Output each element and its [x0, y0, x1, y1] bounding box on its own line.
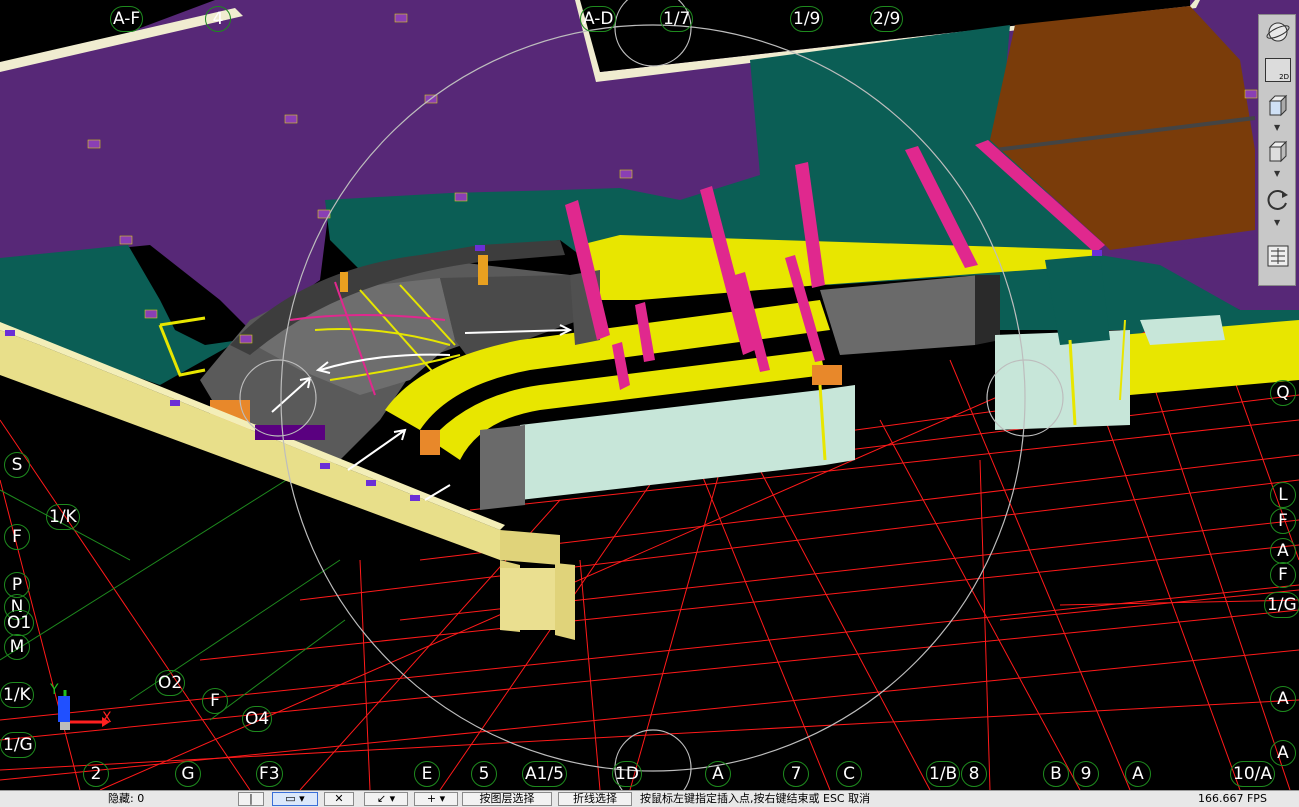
chevron-down-icon[interactable]: ▼ — [1274, 218, 1280, 227]
pan-tool-button[interactable]: | — [238, 792, 264, 806]
axis-label: F3 — [256, 761, 283, 787]
list-icon — [1267, 245, 1289, 267]
orbit-icon — [1266, 22, 1290, 42]
axis-label: O2 — [155, 670, 186, 696]
add-select-button[interactable]: + ▾ — [414, 792, 458, 806]
axis-label: M — [4, 634, 30, 660]
axis-label: B — [1043, 761, 1069, 787]
axis-label: 2/9 — [870, 6, 904, 32]
axis-label: 8 — [961, 761, 987, 787]
rotate-button[interactable] — [1263, 185, 1293, 215]
chevron-down-icon[interactable]: ▼ — [1274, 123, 1280, 132]
command-prompt: 按鼠标左键指定插入点,按右键结束或 ESC 取消 — [640, 792, 871, 805]
ucs-icon: X Y — [50, 680, 120, 740]
axis-label: A — [1270, 538, 1296, 564]
axis-label: 4 — [205, 6, 231, 32]
cube-icon — [1268, 94, 1288, 117]
axis-label: 1/K — [46, 504, 80, 530]
pick-by-layer-button[interactable]: 按图层选择 — [462, 792, 552, 806]
axis-label: A — [1270, 686, 1296, 712]
axis-label: 5 — [471, 761, 497, 787]
axis-label: 1/9 — [790, 6, 824, 32]
chevron-down-icon[interactable]: ▼ — [1274, 169, 1280, 178]
axis-label: 1/B — [926, 761, 961, 787]
axis-label: G — [175, 761, 201, 787]
axis-label: A-D — [580, 6, 617, 32]
view-box-button[interactable] — [1263, 137, 1293, 167]
axis-label: 9 — [1073, 761, 1099, 787]
axis-label: 1/G — [1264, 592, 1299, 618]
axis-label: A-F — [110, 6, 144, 32]
3d-viewport[interactable]: A-F 4 A-D 1/7 1/9 2/9 S 1/K F P N O1 M O… — [0, 0, 1299, 790]
axis-label: A — [705, 761, 731, 787]
axis-label: 10/A — [1230, 761, 1275, 787]
box-icon — [1268, 140, 1288, 163]
view-toolbar: 2D ▼ ▼ ▼ — [1258, 14, 1296, 286]
axis-label: 1D — [612, 761, 642, 787]
hidden-count: 隐藏: 0 — [108, 792, 145, 805]
fps-readout: 166.667 FPS — [1198, 792, 1267, 805]
axis-label: A — [1270, 740, 1296, 766]
axis-label: S — [4, 452, 30, 478]
view-2d-icon: 2D — [1265, 58, 1291, 82]
axis-label: 7 — [783, 761, 809, 787]
polyline-select-button[interactable]: 折线选择 — [558, 792, 632, 806]
axis-label: 1/K — [0, 682, 34, 708]
status-bar: 隐藏: 0 | ▭ ▾ ✕ ↙ ▾ + ▾ 按图层选择 折线选择 按鼠标左键指定… — [0, 790, 1299, 807]
axis-label: 1/7 — [660, 6, 694, 32]
orbit-button[interactable] — [1263, 17, 1293, 47]
mint-wall-right — [995, 330, 1130, 430]
bim-model-scene — [0, 0, 1299, 790]
axis-label: E — [414, 761, 440, 787]
ucs-x-label: X — [102, 710, 112, 726]
view-list-button[interactable] — [1263, 241, 1293, 271]
axis-label: F — [202, 688, 228, 714]
snap-button[interactable]: ↙ ▾ — [364, 792, 408, 806]
axis-label: C — [836, 761, 862, 787]
cross-select-button[interactable]: ✕ — [324, 792, 354, 806]
rotate-icon — [1267, 190, 1288, 210]
view-3d-button[interactable] — [1263, 91, 1293, 121]
select-box-button[interactable]: ▭ ▾ — [272, 792, 318, 806]
axis-label: O4 — [242, 706, 273, 732]
axis-label: A1/5 — [522, 761, 567, 787]
axis-label: Q — [1270, 380, 1296, 406]
axis-label: L — [1270, 482, 1296, 508]
ucs-y-label: Y — [50, 682, 59, 698]
axis-label: F — [4, 524, 30, 550]
view-2d-button[interactable]: 2D — [1263, 55, 1293, 85]
axis-label: A — [1125, 761, 1151, 787]
axis-label: F — [1270, 508, 1296, 534]
axis-label: 1/G — [0, 732, 36, 758]
axis-label: 2 — [83, 761, 109, 787]
axis-label: F — [1270, 562, 1296, 588]
axis-label: O1 — [4, 610, 35, 636]
